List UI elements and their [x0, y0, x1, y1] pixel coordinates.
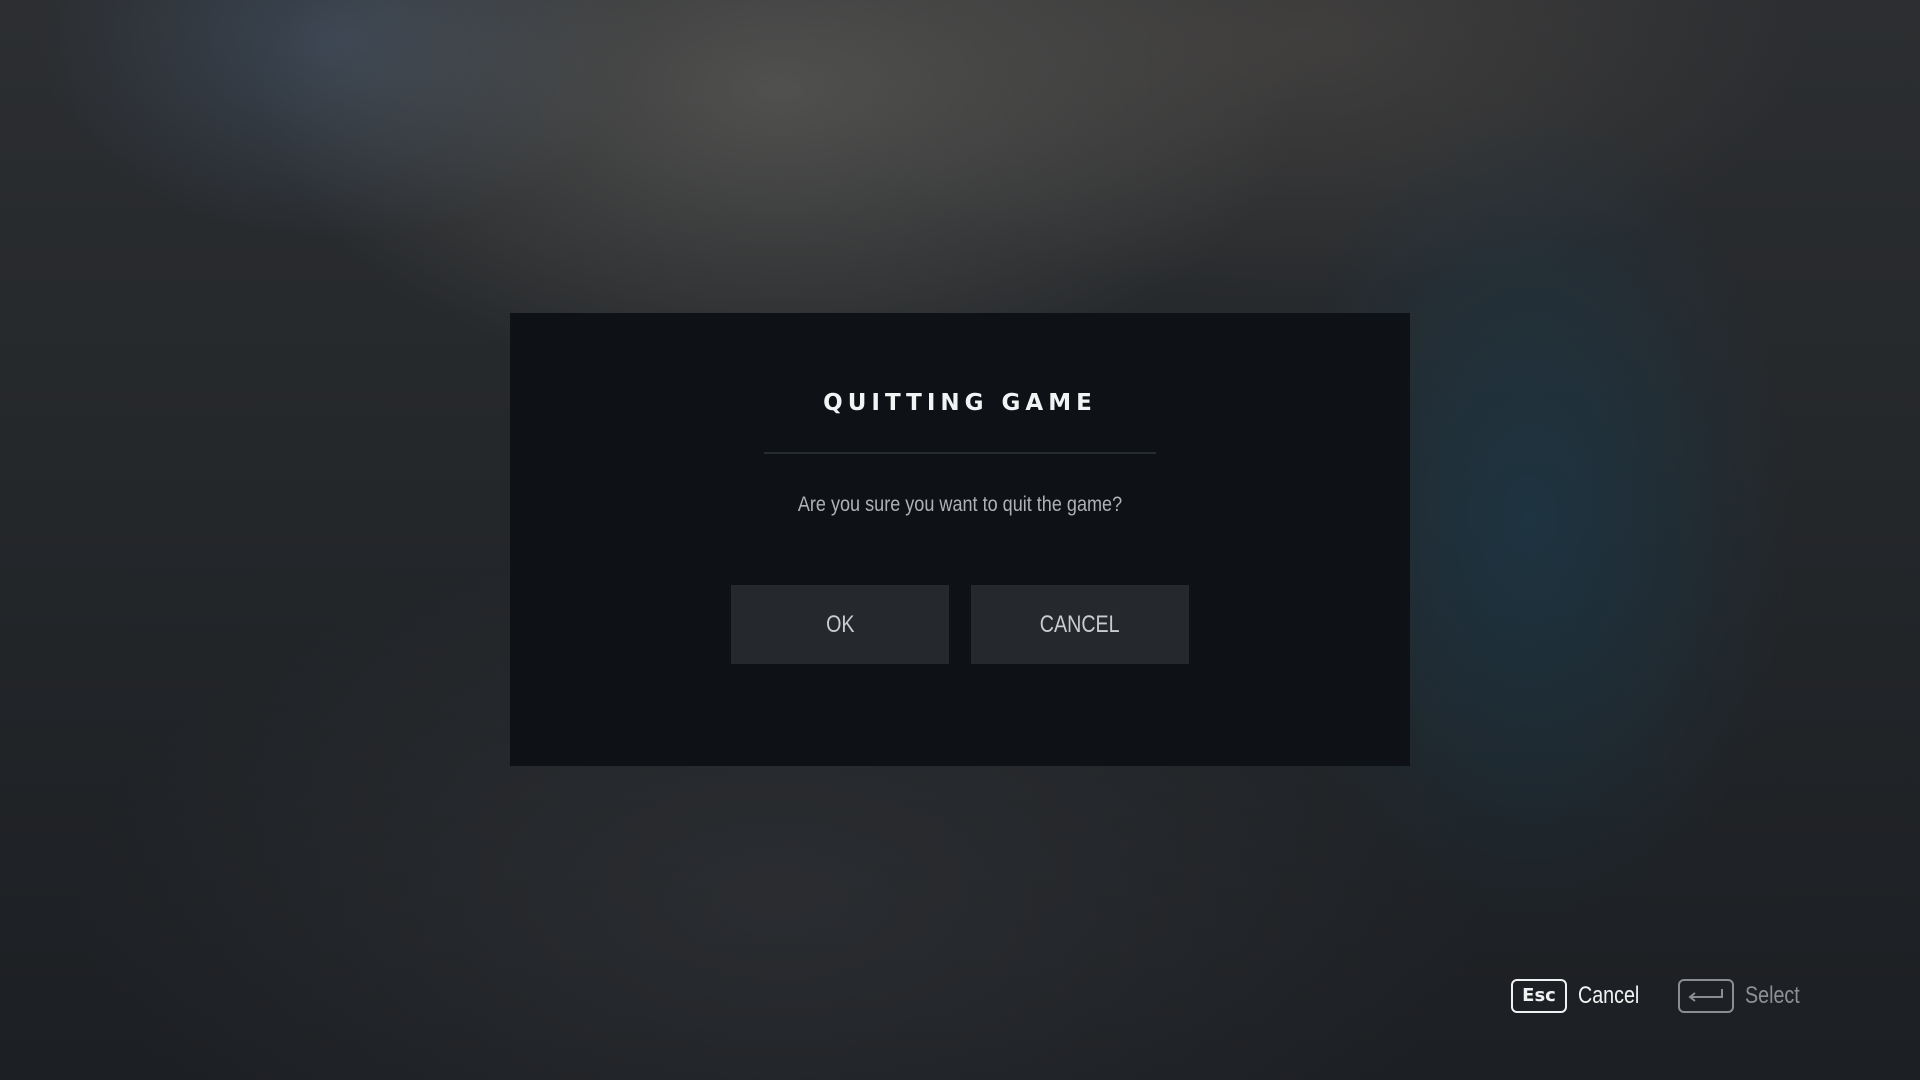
enter-key-icon — [1678, 979, 1734, 1013]
hint-cancel-label: Cancel — [1578, 982, 1640, 1009]
title-divider — [764, 452, 1156, 454]
dialog-title: QUITTING GAME — [823, 390, 1097, 416]
quit-game-dialog: QUITTING GAME Are you sure you want to q… — [510, 313, 1410, 766]
cancel-button[interactable]: CANCEL — [971, 585, 1189, 664]
esc-key-icon: Esc — [1511, 979, 1567, 1013]
cancel-button-label: CANCEL — [1040, 611, 1120, 638]
ok-button[interactable]: OK — [731, 585, 949, 664]
ok-button-label: OK — [825, 611, 855, 638]
hint-select-label: Select — [1745, 982, 1800, 1009]
hint-cancel[interactable]: Esc Cancel — [1511, 978, 1653, 1014]
hint-select[interactable]: Select — [1678, 978, 1812, 1014]
dialog-message: Are you sure you want to quit the game? — [797, 493, 1123, 516]
